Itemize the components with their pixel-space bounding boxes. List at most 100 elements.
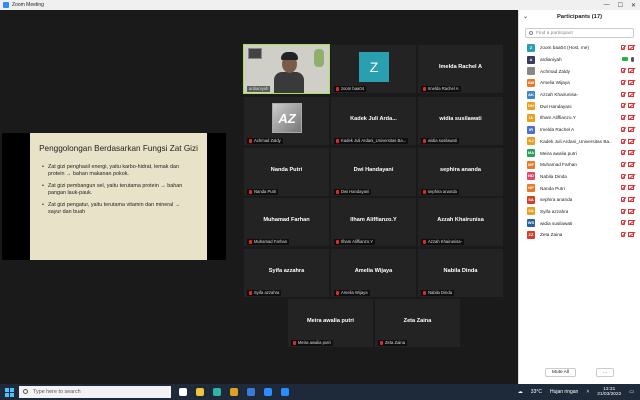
video-tile[interactable]: Ilham Aliffianzo.Y Ilham Aliffianzo.Y	[331, 198, 416, 246]
muted-mic-icon	[336, 139, 339, 143]
tile-label-text: sephira ananda	[428, 189, 457, 194]
participant-status	[621, 220, 634, 226]
mic-muted-icon	[621, 232, 625, 237]
more-button[interactable]: ...	[596, 368, 615, 377]
participant-row[interactable]: DH Dwi Handayani	[519, 100, 640, 112]
participant-row[interactable]: SA Syifa azzahra	[519, 206, 640, 218]
tile-label: Ilham Aliffianzo.Y	[334, 239, 376, 245]
tile-label: Azzah Khairunisa-	[421, 239, 464, 245]
taskbar-search-placeholder: Type here to search	[33, 389, 81, 395]
tile-label-text: widia susilawati	[428, 138, 457, 143]
participant-name: widia susilawati	[540, 220, 573, 226]
slide-bullets: Zat gizi penghasil energi, yaitu karbo-h…	[42, 164, 193, 216]
participant-search-input[interactable]: Find a participant	[525, 28, 634, 38]
video-off-icon	[628, 150, 634, 156]
muted-mic-icon	[249, 240, 252, 244]
video-off-icon	[628, 173, 634, 179]
avatar: SA	[527, 207, 535, 216]
tile-label: Nabila Dinda	[421, 290, 454, 296]
video-off-icon	[628, 138, 634, 144]
avatar: WS	[527, 219, 535, 228]
video-tile[interactable]: ardianiyah	[243, 44, 330, 94]
tile-name: sephira ananda	[439, 167, 482, 173]
weather-icon: ☁	[517, 389, 523, 395]
window-title: Zoom Meeting	[12, 2, 44, 8]
file-explorer-icon[interactable]	[196, 388, 204, 396]
video-tile[interactable]: Imelda Rachel A Imelda Rachel A	[418, 45, 503, 93]
participant-row[interactable]: Aardianiyah	[519, 54, 640, 66]
participant-status	[621, 68, 634, 74]
tile-label-text: Ilham Aliffianzo.Y	[341, 239, 374, 244]
participant-row[interactable]: IR Imelda Rachel A	[519, 124, 640, 136]
participant-name: sephira ananda	[540, 197, 573, 203]
tile-label: Nanda Putri	[247, 189, 279, 195]
close-button[interactable]: ✕	[631, 2, 636, 9]
video-off-icon	[628, 68, 634, 74]
window-controls: — ☐ ✕	[604, 2, 640, 9]
tile-label-text: Nabila Dinda	[428, 290, 452, 295]
participant-row[interactable]: Achmad Zaldy	[519, 65, 640, 77]
participants-panel: ⌄ Participants (17) Find a participant Z…	[518, 10, 640, 384]
video-tile[interactable]: Syifa azzahra Syifa azzahra	[244, 249, 329, 297]
store-icon[interactable]	[247, 388, 255, 396]
video-tile[interactable]: Meira awalia putri Meira awalia putri	[288, 299, 373, 347]
edge-icon[interactable]	[213, 388, 221, 396]
tile-name: Dwi Handayani	[353, 167, 394, 173]
video-tile[interactable]: Nanda Putri Nanda Putri	[244, 148, 329, 196]
notification-icon[interactable]: ▭	[629, 389, 634, 395]
participant-row[interactable]: KJ Kadek Juli Ardani_Universitas Ba...	[519, 136, 640, 148]
video-tile[interactable]: sephira ananda sephira ananda	[418, 148, 503, 196]
clock[interactable]: 13:31 21/03/2022	[597, 387, 621, 398]
weather-text: Hujan ringan	[549, 389, 579, 395]
participant-status	[621, 126, 634, 132]
participant-row[interactable]: AK Azzah Khairunisa-	[519, 89, 640, 101]
video-off-icon	[628, 208, 634, 214]
muted-mic-icon	[249, 139, 252, 143]
maximize-button[interactable]: ☐	[618, 2, 623, 9]
video-tile[interactable]: Kadek Juli Arda... Kadek Juli Ardani_Univ…	[331, 97, 416, 145]
avatar: Z	[359, 52, 389, 82]
tile-label-text: Zeta Zaina	[385, 340, 406, 345]
video-tile[interactable]: Muhamad Farhan Muhamad Farhan	[244, 198, 329, 246]
tile-label: Meira awalia putri	[291, 340, 333, 346]
participant-row[interactable]: NP Nanda Putri	[519, 182, 640, 194]
windows-taskbar: Type here to search ☁ 33°C Hujan ringan …	[0, 384, 640, 400]
taskbar-apps	[179, 388, 289, 396]
tile-label-text: Syifa azzahra	[254, 290, 280, 295]
participant-row[interactable]: MA Meira awalia putri	[519, 147, 640, 159]
participant-row[interactable]: MF Muhamad Farhan	[519, 159, 640, 171]
participant-name: Nanda Putri	[540, 185, 565, 191]
video-tile[interactable]: Amelia Wijaya Amelia Wijaya	[331, 249, 416, 297]
chevron-down-icon[interactable]: ⌄	[523, 10, 528, 25]
avatar: AW	[527, 78, 535, 87]
video-tile[interactable]: Dwi Handayani Dwi Handayani	[331, 148, 416, 196]
video-tile[interactable]: widia susilawati widia susilawati	[418, 97, 503, 145]
participant-row[interactable]: IA Ilham Aliffianzo.Y	[519, 112, 640, 124]
zoom-icon[interactable]	[264, 388, 272, 396]
video-tile[interactable]: Zzoom baa04	[331, 45, 416, 93]
chrome-icon[interactable]	[230, 388, 238, 396]
taskbar-search-input[interactable]: Type here to search	[19, 386, 171, 398]
participant-row[interactable]: ZZ Zeta Zaina	[519, 229, 640, 241]
video-tile[interactable]: AZ Achmad Zaldy	[244, 97, 329, 145]
windows-start-icon[interactable]	[5, 387, 14, 397]
video-tile[interactable]: Nabila Dinda Nabila Dinda	[418, 249, 503, 297]
tile-name: widia susilawati	[439, 116, 482, 122]
participant-row[interactable]: Zzoom baa04 (Host, me)	[519, 42, 640, 54]
zoom-icon-2[interactable]	[281, 388, 289, 396]
participant-row[interactable]: SA sephira ananda	[519, 194, 640, 206]
participant-row[interactable]: AW Amelia Wijaya	[519, 77, 640, 89]
participant-row[interactable]: ND Nabila Dinda	[519, 171, 640, 183]
video-tile[interactable]: Zeta Zaina Zeta Zaina	[375, 299, 460, 347]
video-tile[interactable]: Azzah Khairunisa Azzah Khairunisa-	[418, 198, 503, 246]
minimize-button[interactable]: —	[604, 2, 610, 9]
tile-label-text: ardianiyah	[249, 86, 269, 91]
task-view-icon[interactable]	[179, 388, 187, 396]
tile-label: Zeta Zaina	[378, 340, 408, 346]
muted-mic-icon	[336, 240, 339, 244]
participant-row[interactable]: WS widia susilawati	[519, 217, 640, 229]
tray-chevron-icon[interactable]: ˄	[586, 389, 589, 395]
tile-name: Ilham Aliffianzo.Y	[350, 217, 397, 223]
mute-all-button[interactable]: Mute All	[544, 368, 577, 377]
avatar: KJ	[527, 137, 535, 146]
